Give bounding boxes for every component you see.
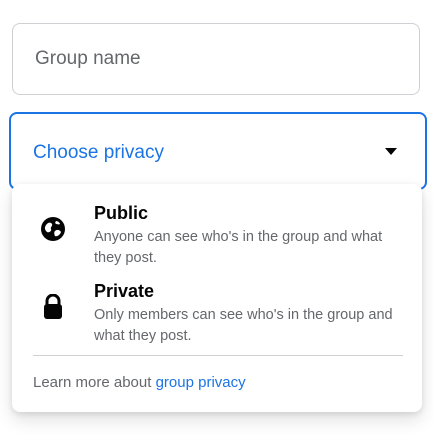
globe-icon xyxy=(40,216,66,274)
caret-down-icon xyxy=(385,147,397,155)
privacy-option-private[interactable]: Private Only members can see who's in th… xyxy=(12,280,422,344)
learn-more-prefix: Learn more about xyxy=(33,374,156,391)
group-privacy-link[interactable]: group privacy xyxy=(156,374,246,391)
learn-more-text: Learn more about group privacy xyxy=(33,374,246,391)
option-description: Anyone can see who's in the group and wh… xyxy=(94,229,383,266)
option-title: Public xyxy=(94,203,149,223)
option-description: Only members can see who's in the group … xyxy=(94,307,393,344)
lock-icon xyxy=(42,293,64,344)
divider xyxy=(33,355,403,356)
privacy-option-public[interactable]: Public Anyone can see who's in the group… xyxy=(12,202,422,274)
privacy-dropdown-menu: Public Anyone can see who's in the group… xyxy=(12,184,422,412)
group-name-input[interactable] xyxy=(33,47,419,71)
privacy-select[interactable]: Choose privacy xyxy=(9,112,427,190)
group-name-field[interactable] xyxy=(12,23,420,95)
privacy-select-label: Choose privacy xyxy=(33,142,164,163)
option-title: Private xyxy=(94,281,155,301)
create-group-form: Choose privacy Public Anyone can see who… xyxy=(0,0,433,435)
